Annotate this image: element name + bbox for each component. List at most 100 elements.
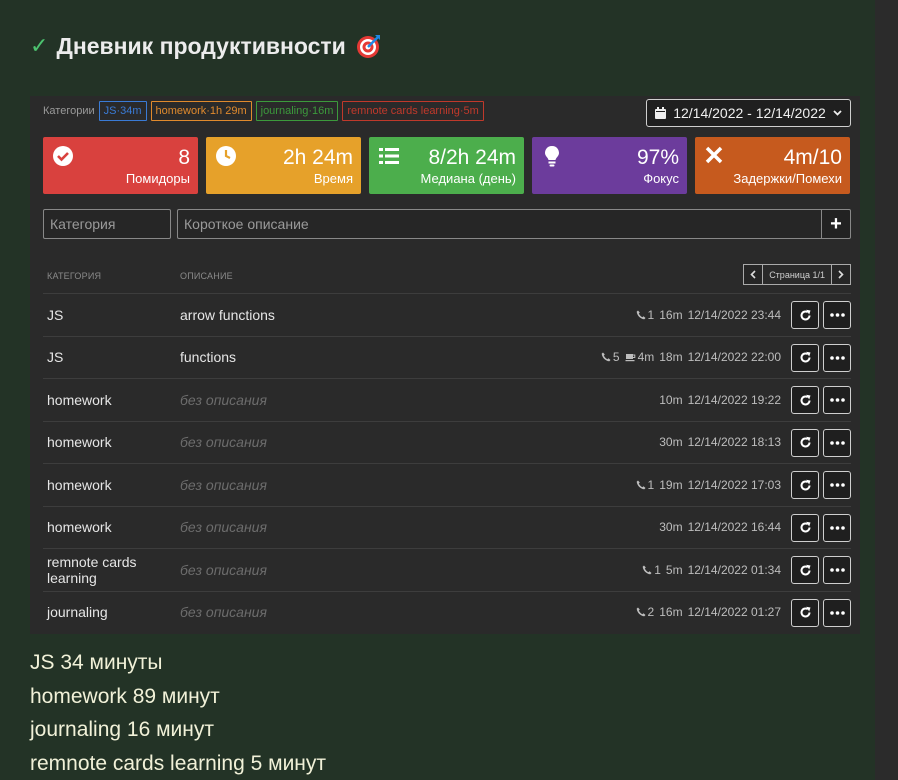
more-options-button[interactable] xyxy=(823,513,851,542)
restart-icon xyxy=(800,606,810,618)
row-category: JS xyxy=(47,306,64,323)
datetime: 12/14/2022 01:27 xyxy=(687,605,781,620)
summary-line: homework 89 минут xyxy=(30,684,220,708)
chevron-left-icon xyxy=(750,270,756,279)
more-options-button[interactable] xyxy=(823,428,851,457)
prev-page-button[interactable] xyxy=(743,264,764,285)
more-icon xyxy=(829,610,845,615)
productivity-panel: Категории JS·34m homework·1h 29m journal… xyxy=(30,96,860,634)
category-chip-journaling[interactable]: journaling·16m xyxy=(255,101,339,121)
table-row[interactable]: homework без описания 30m 12/14/2022 18:13 xyxy=(43,420,851,464)
more-options-button[interactable] xyxy=(823,386,851,414)
more-options-button[interactable] xyxy=(823,471,851,499)
clock-icon xyxy=(216,146,236,166)
stat-value: 8/2h 24m xyxy=(428,146,516,169)
row-meta: 10m 12/14/2022 19:22 xyxy=(659,379,781,421)
table-row[interactable]: homework без описания 30m 12/14/2022 16:44 xyxy=(43,505,851,549)
restart-icon xyxy=(800,351,810,363)
row-description: без описания xyxy=(180,604,267,621)
restart-button[interactable] xyxy=(791,428,819,457)
table-row[interactable]: journaling без описания 2 16m 12/14/2022 01:… xyxy=(43,590,851,634)
category-chip-js[interactable]: JS·34m xyxy=(98,101,147,121)
calls-value: 2 xyxy=(647,605,655,620)
row-category: homework xyxy=(47,391,112,408)
table-row[interactable]: homework без описания 1 19m 12/14/2022 17:03 xyxy=(43,463,851,506)
more-options-button[interactable] xyxy=(823,343,851,372)
row-category: homework xyxy=(47,519,112,536)
datetime: 12/14/2022 16:44 xyxy=(687,520,781,535)
datetime: 12/14/2022 22:00 xyxy=(687,350,781,365)
coffee-icon xyxy=(625,354,635,362)
table-row[interactable]: homework без описания 10m 12/14/2022 19:22 xyxy=(43,378,851,421)
add-entry-button[interactable]: + xyxy=(821,209,851,239)
times-icon xyxy=(705,146,723,164)
row-meta: 1 5m 12/14/2022 01:34 xyxy=(642,549,781,591)
calls-count: 2 xyxy=(636,605,655,620)
stat-value: 2h 24m xyxy=(282,146,353,169)
more-icon xyxy=(829,313,845,317)
date-range-button[interactable]: 12/14/2022 - 12/14/2022 xyxy=(646,99,851,127)
table-row[interactable]: JS functions 5 4m 18m 12/14/2022 22:00 xyxy=(43,335,851,379)
restart-button[interactable] xyxy=(791,301,819,329)
datetime: 12/14/2022 23:44 xyxy=(687,307,781,322)
category-chip-homework[interactable]: homework·1h 29m xyxy=(150,101,252,121)
restart-button[interactable] xyxy=(791,513,819,542)
category-input[interactable] xyxy=(43,209,171,239)
pagination: Страница 1/1 xyxy=(743,264,851,285)
categories-label: Категории xyxy=(43,105,95,117)
calls-count: 1 xyxy=(636,308,654,322)
more-options-button[interactable] xyxy=(823,301,851,329)
row-meta: 1 16m 12/14/2022 23:44 xyxy=(636,294,781,336)
stat-value: 97% xyxy=(636,146,679,169)
chevron-right-icon xyxy=(838,270,844,279)
scrollbar-track[interactable] xyxy=(875,0,898,780)
duration: 19m xyxy=(659,477,683,492)
phone-icon xyxy=(642,565,652,575)
table-row[interactable]: JS arrow functions 1 16m 12/14/2022 23:44 xyxy=(43,293,851,336)
calls-value: 1 xyxy=(654,562,661,577)
restart-button[interactable] xyxy=(791,471,819,499)
phone-icon xyxy=(601,352,611,362)
stat-label: Медиана (день) xyxy=(420,171,516,186)
row-meta: 30m 12/14/2022 18:13 xyxy=(659,422,781,464)
restart-button[interactable] xyxy=(791,556,819,584)
break-time: 4m xyxy=(625,350,655,365)
more-options-button[interactable] xyxy=(823,598,851,627)
entries-table: JS arrow functions 1 16m 12/14/2022 23:44 JS f… xyxy=(43,293,851,633)
check-circle-icon xyxy=(53,146,73,166)
restart-button[interactable] xyxy=(791,598,819,627)
duration: 16m xyxy=(659,307,683,322)
more-icon xyxy=(829,398,845,402)
calls-value: 1 xyxy=(647,477,655,492)
page-header: ✓ Дневник продуктивности xyxy=(30,26,382,66)
description-input[interactable] xyxy=(177,209,821,239)
table-row[interactable]: remnote cards learning без описания 1 5m 12/… xyxy=(43,548,851,591)
stats-cards: 8 Помидоры 2h 24m Время 8/2h 24m Медиана… xyxy=(43,137,850,194)
restart-icon xyxy=(800,521,810,533)
category-chip-remnote[interactable]: remnote cards learning·5m xyxy=(342,101,484,121)
new-entry-form: + xyxy=(43,209,851,239)
stat-time: 2h 24m Время xyxy=(206,137,361,194)
row-meta: 2 16m 12/14/2022 01:27 xyxy=(636,592,781,634)
date-range-label: 12/14/2022 - 12/14/2022 xyxy=(673,105,826,121)
restart-button[interactable] xyxy=(791,343,819,372)
datetime: 12/14/2022 17:03 xyxy=(687,477,781,492)
row-category: homework xyxy=(47,476,112,493)
row-description: arrow functions xyxy=(180,306,275,323)
next-page-button[interactable] xyxy=(831,264,851,285)
phone-icon xyxy=(636,480,646,490)
list-icon xyxy=(379,148,399,164)
restart-icon xyxy=(800,564,810,575)
stat-focus: 97% Фокус xyxy=(532,137,687,194)
stat-interruptions: 4m/10 Задержки/Помехи xyxy=(695,137,850,194)
restart-button[interactable] xyxy=(791,386,819,414)
break-value: 4m xyxy=(637,350,655,365)
stat-label: Фокус xyxy=(643,171,679,186)
duration: 30m xyxy=(659,435,683,450)
stat-label: Помидоры xyxy=(125,171,190,186)
stat-value: 8 xyxy=(178,146,190,169)
more-options-button[interactable] xyxy=(823,556,851,584)
duration: 18m xyxy=(659,350,683,365)
stat-value: 4m/10 xyxy=(783,146,842,169)
chevron-down-icon xyxy=(833,110,842,116)
